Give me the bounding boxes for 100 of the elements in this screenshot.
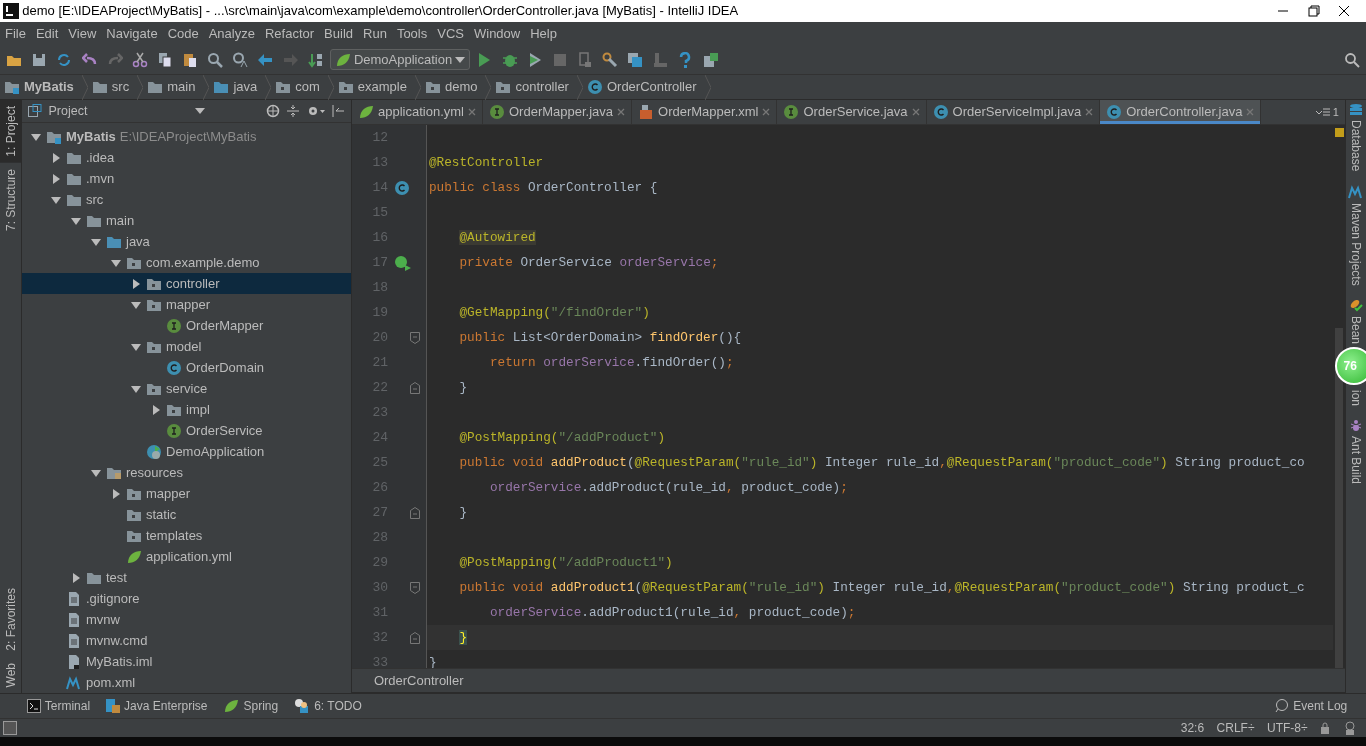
tool-window-tab[interactable]: Java Enterprise xyxy=(98,697,216,715)
tree-row[interactable]: model xyxy=(22,336,351,357)
editor-breadcrumb[interactable]: OrderController xyxy=(370,670,464,691)
menu-item[interactable]: Edit xyxy=(30,23,64,44)
collapsed-arrow-icon[interactable] xyxy=(111,488,121,499)
menu-item[interactable]: Window xyxy=(468,23,526,44)
collapsed-arrow-icon[interactable] xyxy=(131,278,141,289)
tree-row[interactable]: MyBatis.iml xyxy=(22,651,351,672)
tool-window-tab[interactable]: 2: Favorites xyxy=(0,581,21,657)
project-structure-icon[interactable] xyxy=(627,51,644,68)
restore-icon[interactable] xyxy=(1307,5,1320,17)
collapsed-arrow-icon[interactable] xyxy=(71,572,81,583)
tool-window-tab[interactable]: 1: Project xyxy=(0,100,21,163)
tree-row[interactable]: service xyxy=(22,378,351,399)
tree-row[interactable]: com.example.demo xyxy=(22,252,351,273)
tree-row[interactable]: pom.xml xyxy=(22,672,351,693)
search-icon[interactable] xyxy=(207,51,224,68)
tool-window-tab[interactable]: Spring xyxy=(215,697,287,715)
menu-item[interactable]: Help xyxy=(525,23,562,44)
tree-row[interactable]: .idea xyxy=(22,147,351,168)
copy-icon[interactable] xyxy=(156,51,173,68)
expanded-arrow-icon[interactable] xyxy=(91,467,101,478)
tree-row[interactable]: resources xyxy=(22,462,351,483)
menu-item[interactable]: Analyze xyxy=(203,23,260,44)
fold-icon[interactable] xyxy=(410,631,420,644)
menu-item[interactable]: VCS xyxy=(432,23,469,44)
tree-row[interactable]: impl xyxy=(22,399,351,420)
editor-tab[interactable]: OrderMapper.java xyxy=(483,100,633,124)
tree-row[interactable]: templates xyxy=(22,525,351,546)
close-icon[interactable] xyxy=(1338,5,1351,17)
expanded-arrow-icon[interactable] xyxy=(71,215,81,226)
menu-item[interactable]: Tools xyxy=(391,23,433,44)
settings-icon[interactable] xyxy=(602,51,619,68)
status-item[interactable]: 32:6 xyxy=(1180,719,1205,737)
expanded-arrow-icon[interactable] xyxy=(131,299,141,310)
tool-window-tab[interactable]: 6: TODO xyxy=(286,697,370,715)
editor-tab[interactable]: OrderMapper.xml xyxy=(632,100,778,124)
tree-row[interactable]: OrderService xyxy=(22,420,351,441)
tool-windows-icon[interactable] xyxy=(3,721,18,735)
tool-window-tab-fragment[interactable]: ion xyxy=(1347,389,1365,406)
menu-item[interactable]: Refactor xyxy=(259,23,320,44)
expanded-arrow-icon[interactable] xyxy=(31,131,41,142)
fold-icon[interactable] xyxy=(410,331,420,344)
tool-window-tab[interactable]: Bean xyxy=(1347,315,1365,344)
tree-row[interactable]: test xyxy=(22,567,351,588)
menu-item[interactable]: View xyxy=(63,23,102,44)
collapsed-arrow-icon[interactable] xyxy=(151,404,161,415)
tool-window-tab[interactable]: Maven Projects xyxy=(1347,203,1365,286)
tree-row[interactable]: MyBatis E:\IDEAProject\MyBatis xyxy=(22,126,351,147)
panel-title[interactable]: Project xyxy=(48,101,189,121)
paste-icon[interactable] xyxy=(182,51,198,68)
tree-row[interactable]: mapper xyxy=(22,483,351,504)
fold-icon[interactable] xyxy=(410,506,420,519)
menu-item[interactable]: Code xyxy=(162,23,204,44)
run-configuration-dropdown[interactable]: DemoApplication xyxy=(329,49,471,70)
tree-row[interactable]: OrderMapper xyxy=(22,315,351,336)
locate-icon[interactable] xyxy=(266,103,280,118)
tree-row[interactable]: java xyxy=(22,231,351,252)
fold-icon[interactable] xyxy=(410,381,420,394)
replace-icon[interactable] xyxy=(232,51,249,68)
menu-item[interactable]: Navigate xyxy=(101,23,163,44)
tree-row[interactable]: OrderDomain xyxy=(22,357,351,378)
editor-tab[interactable]: OrderController.java xyxy=(1100,100,1262,124)
class-gutter-icon[interactable] xyxy=(394,179,410,196)
tree-row[interactable]: static xyxy=(22,504,351,525)
tree-row[interactable]: controller xyxy=(22,273,351,294)
expanded-arrow-icon[interactable] xyxy=(131,383,141,394)
collapsed-arrow-icon[interactable] xyxy=(51,152,61,163)
status-item[interactable]: CRLF÷ xyxy=(1216,719,1255,737)
expanded-arrow-icon[interactable] xyxy=(111,257,121,268)
breadcrumb[interactable]: java xyxy=(209,75,266,99)
tool-window-tab[interactable]: Web xyxy=(0,656,21,693)
tool-window-tab[interactable]: 7: Structure xyxy=(0,162,21,237)
menu-item[interactable]: File xyxy=(0,23,31,44)
tree-row[interactable]: .gitignore xyxy=(22,588,351,609)
plugin-icon[interactable] xyxy=(702,51,719,68)
expanded-arrow-icon[interactable] xyxy=(131,341,141,352)
tool-window-tab[interactable]: Database xyxy=(1347,120,1365,172)
expanded-arrow-icon[interactable] xyxy=(91,236,101,247)
search-icon[interactable] xyxy=(1343,51,1360,68)
tree-row[interactable]: .mvn xyxy=(22,168,351,189)
expanded-arrow-icon[interactable] xyxy=(51,194,61,205)
sync-icon[interactable] xyxy=(56,51,73,68)
tree-row[interactable]: mvnw.cmd xyxy=(22,630,351,651)
editor-tab[interactable]: OrderService.java xyxy=(777,100,927,124)
tree-row[interactable]: main xyxy=(22,210,351,231)
breadcrumb[interactable]: demo xyxy=(420,75,486,99)
status-item[interactable]: UTF-8÷ xyxy=(1267,719,1308,737)
tree-row[interactable]: DemoApplication xyxy=(22,441,351,462)
build-icon[interactable] xyxy=(307,51,324,68)
breadcrumb[interactable]: OrderController xyxy=(582,75,705,99)
save-icon[interactable] xyxy=(31,51,48,68)
editor-tab[interactable]: application.yml xyxy=(352,100,483,124)
tree-row[interactable]: application.yml xyxy=(22,546,351,567)
breadcrumb[interactable]: com xyxy=(271,75,328,99)
fold-icon[interactable] xyxy=(410,581,420,594)
event-log-button[interactable]: Event Log xyxy=(1267,697,1366,715)
hide-icon[interactable] xyxy=(330,103,345,118)
tool-window-tab[interactable]: Ant Build xyxy=(1347,435,1365,484)
collapse-icon[interactable] xyxy=(286,103,301,118)
